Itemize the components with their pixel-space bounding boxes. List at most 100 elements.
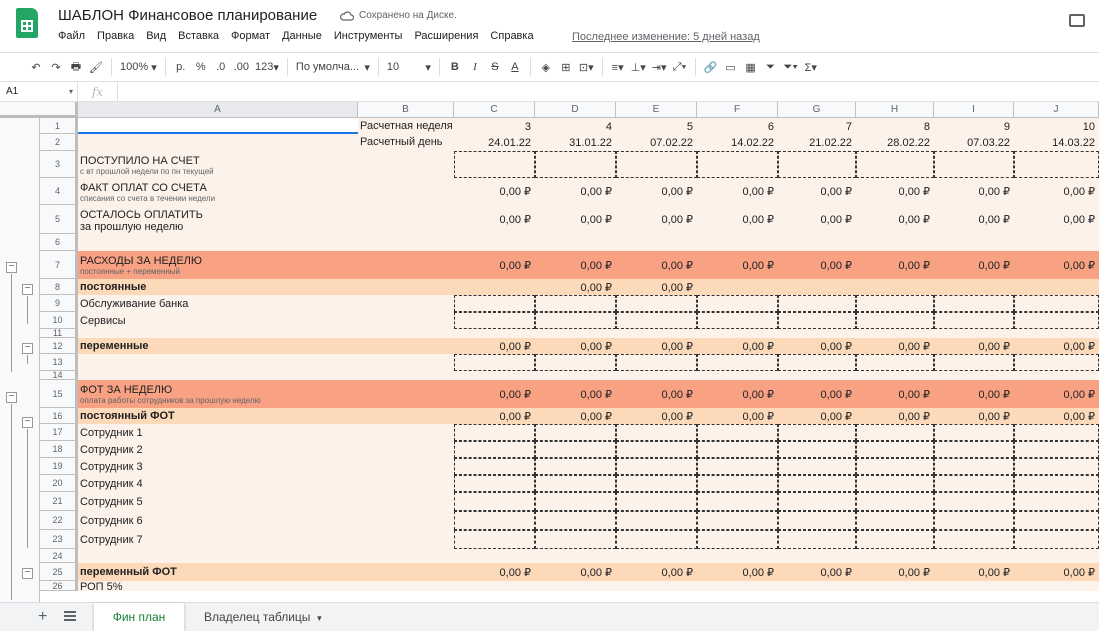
cell-label[interactable]: ОСТАЛОСЬ ОПЛАТИТЬ за прошлую неделю — [78, 205, 358, 234]
tab-fin-plan[interactable]: Фин план — [94, 603, 184, 631]
cell-value[interactable] — [535, 354, 616, 371]
cell-value[interactable] — [616, 234, 697, 251]
menu-item-7[interactable]: Расширения — [414, 30, 478, 42]
zoom-select[interactable]: 100% ▾ — [117, 55, 160, 79]
cell-value[interactable] — [1014, 354, 1099, 371]
cell-b[interactable] — [358, 581, 454, 591]
cell-value[interactable]: 10 — [1014, 118, 1099, 134]
cell-value[interactable] — [535, 441, 616, 458]
cell-value[interactable]: 0,00 ₽ — [616, 563, 697, 581]
cell-value[interactable] — [934, 492, 1014, 511]
insert-link-icon[interactable]: 🔗 — [701, 55, 721, 79]
cell-value[interactable] — [697, 371, 778, 380]
cell-value[interactable] — [934, 151, 1014, 178]
cell-value[interactable] — [1014, 475, 1099, 492]
column-header-J[interactable]: J — [1014, 102, 1099, 118]
cell-value[interactable]: 0,00 ₽ — [1014, 205, 1099, 234]
cell-b[interactable]: Расчетный день — [358, 134, 454, 151]
cell-value[interactable]: 0,00 ₽ — [697, 563, 778, 581]
row-header-22[interactable]: 22 — [40, 511, 78, 530]
cell-label[interactable]: Сотрудник 3 — [78, 458, 358, 475]
cell-label[interactable]: Сервисы — [78, 312, 358, 329]
row-header-3[interactable]: 3 — [40, 151, 78, 178]
cell-value[interactable] — [535, 549, 616, 563]
cell-value[interactable]: 21.02.22 — [778, 134, 856, 151]
cell-value[interactable] — [616, 492, 697, 511]
menu-item-8[interactable]: Справка — [490, 30, 533, 42]
cell-value[interactable] — [454, 530, 535, 549]
cell-value[interactable] — [535, 312, 616, 329]
cell-value[interactable] — [856, 441, 934, 458]
cell-value[interactable] — [856, 329, 934, 338]
cell-value[interactable] — [616, 424, 697, 441]
cell-value[interactable] — [778, 312, 856, 329]
cell-value[interactable] — [697, 581, 778, 591]
cell-label[interactable]: переменный ФОТ — [78, 563, 358, 581]
cell-value[interactable]: 0,00 ₽ — [535, 408, 616, 424]
cell-b[interactable] — [358, 441, 454, 458]
cell-value[interactable]: 0,00 ₽ — [778, 380, 856, 408]
cell-value[interactable] — [856, 424, 934, 441]
cell-value[interactable] — [697, 295, 778, 312]
cell-label[interactable]: РАСХОДЫ ЗА НЕДЕЛЮ постоянные + переменный — [78, 251, 358, 279]
cell-value[interactable] — [697, 475, 778, 492]
cell-label[interactable]: Сотрудник 5 — [78, 492, 358, 511]
cell-value[interactable] — [778, 530, 856, 549]
cell-value[interactable] — [934, 371, 1014, 380]
cell-label[interactable] — [78, 354, 358, 371]
increase-decimal-button[interactable]: .00 — [231, 55, 252, 79]
borders-icon[interactable]: ⊞ — [556, 55, 576, 79]
cell-value[interactable] — [856, 581, 934, 591]
row-header-7[interactable]: 7 — [40, 251, 78, 279]
cell-value[interactable] — [934, 530, 1014, 549]
cell-value[interactable]: 0,00 ₽ — [1014, 563, 1099, 581]
cell-value[interactable]: 0,00 ₽ — [934, 338, 1014, 354]
cell-label[interactable] — [78, 118, 358, 134]
name-box[interactable]: A1 ▾ — [0, 81, 78, 102]
cell-value[interactable] — [1014, 371, 1099, 380]
row-header-6[interactable]: 6 — [40, 234, 78, 251]
font-size-select[interactable]: 10 ▾ — [384, 55, 434, 79]
cell-label[interactable]: Обслуживание банка — [78, 295, 358, 312]
row-header-15[interactable]: 15 — [40, 380, 78, 408]
cell-value[interactable]: 0,00 ₽ — [1014, 178, 1099, 205]
cell-value[interactable]: 0,00 ₽ — [616, 380, 697, 408]
cell-value[interactable] — [454, 151, 535, 178]
cell-b[interactable] — [358, 458, 454, 475]
percent-button[interactable]: % — [191, 55, 211, 79]
cell-value[interactable]: 0,00 ₽ — [535, 380, 616, 408]
document-title[interactable]: ШАБЛОН Финансовое планирование — [58, 7, 317, 24]
cell-value[interactable] — [697, 151, 778, 178]
cell-value[interactable] — [934, 279, 1014, 295]
cell-b[interactable] — [358, 563, 454, 581]
more-formats-select[interactable]: 123 ▾ — [252, 55, 282, 79]
cell-value[interactable] — [454, 279, 535, 295]
collapse-group-icon[interactable]: − — [22, 343, 33, 354]
cell-value[interactable] — [616, 530, 697, 549]
cell-value[interactable] — [856, 151, 934, 178]
cell-value[interactable] — [616, 371, 697, 380]
cell-value[interactable]: 31.01.22 — [535, 134, 616, 151]
cell-value[interactable] — [535, 329, 616, 338]
cell-value[interactable] — [616, 354, 697, 371]
cell-value[interactable]: 0,00 ₽ — [454, 408, 535, 424]
cell-value[interactable] — [856, 511, 934, 530]
cell-value[interactable] — [1014, 295, 1099, 312]
cell-value[interactable] — [616, 441, 697, 458]
cell-value[interactable] — [1014, 279, 1099, 295]
cell-value[interactable]: 7 — [778, 118, 856, 134]
cell-label[interactable]: ФАКТ ОПЛАТ СО СЧЕТА списания со счета в т… — [78, 178, 358, 205]
cell-value[interactable]: 8 — [856, 118, 934, 134]
cell-b[interactable] — [358, 178, 454, 205]
cell-label[interactable]: Сотрудник 4 — [78, 475, 358, 492]
last-edit-link[interactable]: Последнее изменение: 5 дней назад — [572, 31, 760, 43]
cell-value[interactable] — [778, 279, 856, 295]
cell-value[interactable]: 0,00 ₽ — [697, 380, 778, 408]
cell-value[interactable] — [934, 581, 1014, 591]
menu-item-4[interactable]: Формат — [231, 30, 270, 42]
cell-label[interactable] — [78, 329, 358, 338]
cell-value[interactable] — [778, 354, 856, 371]
column-header-B[interactable]: B — [358, 102, 454, 118]
cell-value[interactable]: 0,00 ₽ — [856, 205, 934, 234]
cell-value[interactable] — [454, 511, 535, 530]
